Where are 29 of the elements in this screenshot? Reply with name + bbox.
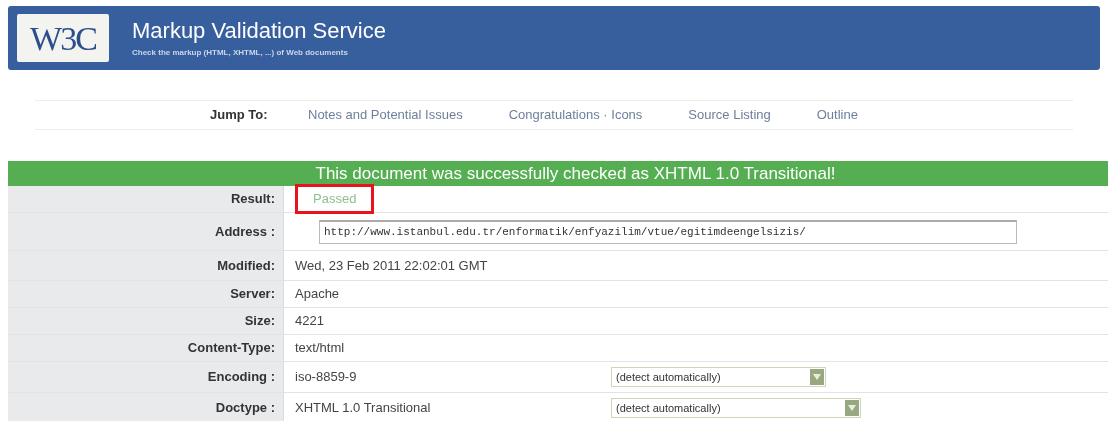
row-label: Content-Type: <box>8 335 284 361</box>
field-value: 4221 <box>295 312 324 331</box>
page-subtitle: Check the markup (HTML, XHTML, ...) of Web documents <box>132 46 349 59</box>
row-label: Doctype : <box>8 393 284 421</box>
jump-label: Jump To: <box>210 106 269 125</box>
jump-link[interactable]: Notes and Potential Issues <box>308 105 463 125</box>
result-value: Passed <box>295 184 375 214</box>
row-label: Address : <box>8 213 284 250</box>
dropdown[interactable]: (detect automatically) <box>611 398 861 418</box>
page-title: Markup Validation Service <box>132 17 386 44</box>
logo[interactable]: W3C <box>17 14 109 62</box>
row-label: Modified: <box>8 251 284 280</box>
caret-icon <box>845 400 859 416</box>
field-value: Wed, 23 Feb 2011 22:02:01 GMT <box>295 256 488 275</box>
row-label: Size: <box>8 308 284 334</box>
field-value: iso-8859-9 <box>295 368 358 387</box>
row-label: Result: <box>8 186 284 212</box>
jump-link[interactable]: Congratulations · Icons <box>508 105 643 125</box>
jump-link[interactable]: Source Listing <box>688 105 771 125</box>
field-value: XHTML 1.0 Transitional <box>295 399 432 418</box>
field-value: text/html <box>295 339 345 358</box>
success-banner: This document was successfully checked as XHTML 1.0 Transitional! <box>8 161 1108 186</box>
row-label: Server: <box>8 281 284 307</box>
jump-link[interactable]: Outline <box>816 105 858 125</box>
row-label: Encoding : <box>8 362 284 392</box>
dropdown[interactable]: (detect automatically) <box>611 367 826 387</box>
field-value: Apache <box>295 285 340 304</box>
caret-icon <box>810 369 824 385</box>
address-field[interactable]: http://www.istanbul.edu.tr/enformatik/enfyazilim/vtue/egitimdeengelsizis/ <box>319 219 1017 244</box>
